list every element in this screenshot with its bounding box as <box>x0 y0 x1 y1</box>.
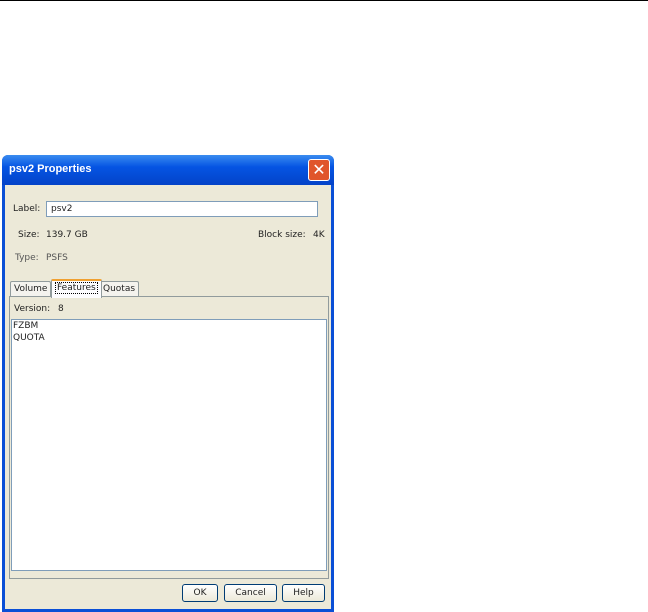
tab-features[interactable]: Features <box>51 279 102 298</box>
dialog-body: Label: psv2 Size: 139.7 GB Block size: 4… <box>5 185 331 609</box>
cancel-button[interactable]: Cancel <box>224 584 277 602</box>
block-size-value: 4K <box>313 230 325 240</box>
tab-label: Features <box>55 282 98 294</box>
properties-dialog: psv2 Properties ✕ Label: psv2 Size: 139.… <box>2 155 334 612</box>
list-item[interactable]: FZBM <box>12 320 326 332</box>
tab-volume[interactable]: Volume <box>10 281 52 296</box>
size-value: 139.7 GB <box>46 230 88 240</box>
label-input[interactable]: psv2 <box>46 201 318 217</box>
tab-quotas[interactable]: Quotas <box>99 281 140 296</box>
tab-label: Volume <box>14 284 48 294</box>
features-list[interactable]: FZBM QUOTA <box>11 319 327 571</box>
top-border <box>0 0 648 1</box>
list-item[interactable]: QUOTA <box>12 332 326 344</box>
dialog-title: psv2 Properties <box>9 163 92 175</box>
label-caption: Label: <box>13 204 41 214</box>
features-panel: Version: 8 FZBM QUOTA <box>9 296 329 579</box>
version-value: 8 <box>58 304 64 314</box>
title-bar[interactable]: psv2 Properties ✕ <box>2 155 334 185</box>
type-caption: Type: <box>15 253 39 263</box>
help-button[interactable]: Help <box>282 584 325 602</box>
close-icon[interactable]: ✕ <box>308 159 330 181</box>
version-caption: Version: <box>14 304 51 314</box>
tab-label: Quotas <box>103 284 136 294</box>
type-value: PSFS <box>46 253 68 263</box>
size-caption: Size: <box>18 230 40 240</box>
block-size-caption: Block size: <box>258 230 306 240</box>
ok-button[interactable]: OK <box>182 584 218 602</box>
